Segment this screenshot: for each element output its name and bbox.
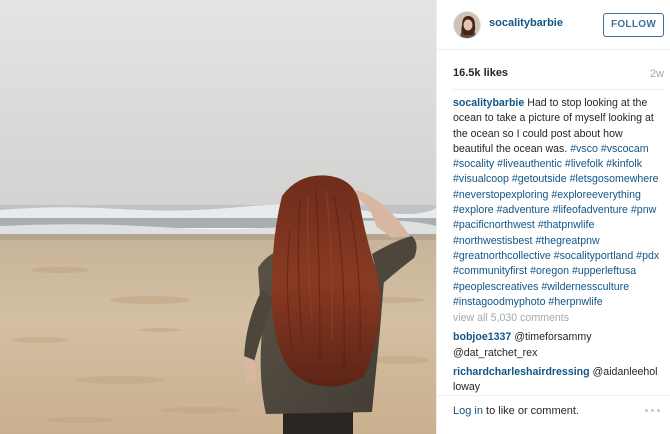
hashtag-link[interactable]: #pnw	[631, 204, 656, 216]
caption-hashtags: #vsco #vscocam #socality #liveauthentic …	[453, 143, 659, 308]
hashtag-link[interactable]: #pdx	[636, 250, 659, 262]
post-username[interactable]: socalitybarbie	[489, 17, 563, 29]
comments-section: socalitybarbie Had to stop looking at th…	[453, 96, 665, 396]
hashtag-link[interactable]: #instagoodmyphoto	[453, 296, 545, 308]
login-prompt-text: to like or comment.	[482, 405, 579, 417]
hashtag-link[interactable]: #visualcoop	[453, 173, 509, 185]
post-photo[interactable]	[0, 0, 436, 434]
hashtag-link[interactable]: #livefolk	[565, 158, 603, 170]
post-side-panel: socalitybarbie FOLLOW 16.5k likes 2w soc…	[436, 0, 670, 434]
view-all-comments-link[interactable]: view all 5,030 comments	[453, 311, 665, 326]
hashtag-link[interactable]: #explore	[453, 204, 494, 216]
hashtag-link[interactable]: #getoutside	[512, 173, 567, 185]
comment-item: richardcharleshairdressing @aidanleehol …	[453, 365, 665, 396]
hashtag-link[interactable]: #socality	[453, 158, 494, 170]
hashtag-link[interactable]: #thegreatpnw	[535, 235, 599, 247]
hashtag-link[interactable]: #lifeofadventure	[553, 204, 628, 216]
hashtag-link[interactable]: #wildernessculture	[541, 281, 629, 293]
hashtag-link[interactable]: #peoplescreatives	[453, 281, 538, 293]
follow-button[interactable]: FOLLOW	[603, 13, 664, 37]
hashtag-link[interactable]: #thatpnwlife	[538, 219, 595, 231]
hashtag-link[interactable]: #northwestisbest	[453, 235, 533, 247]
comment-username[interactable]: richardcharleshairdressing	[453, 366, 590, 378]
divider	[453, 89, 664, 90]
hashtag-link[interactable]: #kinfolk	[606, 158, 642, 170]
avatar-image	[454, 12, 480, 38]
comment-username[interactable]: bobjoe1337	[453, 331, 511, 343]
hashtag-link[interactable]: #exploreeverything	[551, 189, 641, 201]
hashtag-link[interactable]: #adventure	[497, 204, 550, 216]
avatar[interactable]	[453, 11, 481, 39]
hashtag-link[interactable]: #liveauthentic	[497, 158, 562, 170]
login-prompt: Log in to like or comment.	[453, 405, 579, 417]
hashtag-link[interactable]: #upperleftusa	[572, 265, 636, 277]
hashtag-link[interactable]: #pacificnorthwest	[453, 219, 535, 231]
caption: socalitybarbie Had to stop looking at th…	[453, 97, 659, 308]
hashtag-link[interactable]: #greatnorthcollective	[453, 250, 551, 262]
comment-item: bobjoe1337 @timeforsammy @dat_ratchet_re…	[453, 330, 665, 361]
hashtag-link[interactable]: #vsco	[570, 143, 598, 155]
hashtag-link[interactable]: #communityfirst	[453, 265, 527, 277]
hashtag-link[interactable]: #letsgosomewhere	[570, 173, 659, 185]
hashtag-link[interactable]: #herpnwlife	[548, 296, 602, 308]
three-dots-icon[interactable]	[645, 409, 661, 415]
post-age[interactable]: 2w	[650, 68, 664, 80]
post-header: socalitybarbie FOLLOW	[437, 0, 670, 50]
hashtag-link[interactable]: #oregon	[530, 265, 569, 277]
beach-photo-image	[0, 0, 436, 434]
post-stats: 16.5k likes 2w	[453, 67, 664, 83]
likes-count[interactable]: 16.5k likes	[453, 67, 508, 79]
caption-username[interactable]: socalitybarbie	[453, 97, 524, 109]
hashtag-link[interactable]: #socalityportland	[554, 250, 634, 262]
hashtag-link[interactable]: #neverstopexploring	[453, 189, 548, 201]
post-footer: Log in to like or comment.	[437, 395, 670, 434]
login-link[interactable]: Log in	[453, 405, 483, 417]
hashtag-link[interactable]: #vscocam	[601, 143, 649, 155]
